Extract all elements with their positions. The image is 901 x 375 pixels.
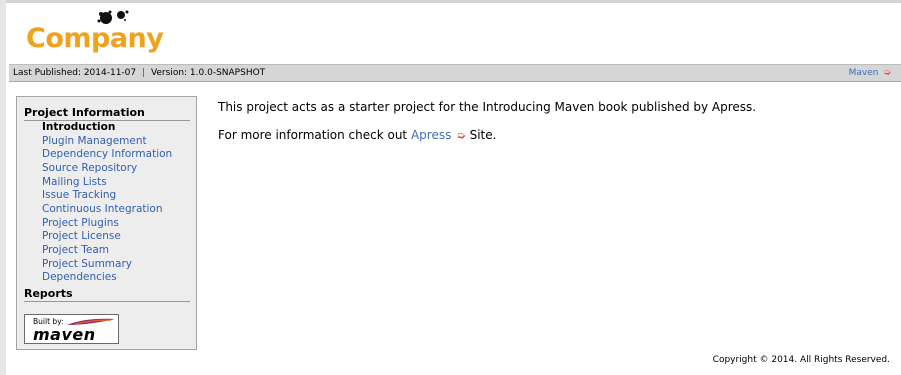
apress-link[interactable]: Apress	[411, 128, 451, 142]
sidebar-link[interactable]: Issue Tracking	[42, 189, 116, 201]
sidebar-link[interactable]: Project Team	[42, 244, 109, 256]
last-published: Last Published: 2014-11-07	[13, 68, 137, 78]
sidebar-link[interactable]: Mailing Lists	[42, 176, 107, 188]
sidebar-item-mailing-lists[interactable]: Mailing Lists	[42, 176, 196, 190]
logo-text: Company	[26, 23, 164, 54]
sidebar-item-source-repository[interactable]: Source Repository	[42, 162, 196, 176]
info-bar: Last Published: 2014-11-07 | Version: 1.…	[9, 64, 901, 82]
nav-heading-reports[interactable]: Reports	[24, 287, 190, 302]
top-border	[0, 0, 901, 3]
sidebar-link[interactable]: Project Plugins	[42, 217, 119, 229]
sidebar-item-plugin-management[interactable]: Plugin Management	[42, 135, 196, 149]
sidebar-item-issue-tracking[interactable]: Issue Tracking	[42, 189, 196, 203]
sidebar-link[interactable]: Project License	[42, 230, 121, 242]
external-link-icon: ➭	[883, 68, 891, 78]
copyright-notice: Copyright © 2014. All Rights Reserved.	[712, 355, 890, 365]
sidebar-link[interactable]: Dependencies	[42, 271, 117, 283]
more-info-line: For more information check out Apress ➭ Si…	[218, 128, 888, 143]
sidebar-link[interactable]: Dependency Information	[42, 148, 172, 160]
nav-heading-project-information: Project Information	[24, 106, 190, 121]
sidebar-item-dependency-information[interactable]: Dependency Information	[42, 148, 196, 162]
sidebar-item-project-license[interactable]: Project License	[42, 230, 196, 244]
company-logo[interactable]: Company	[26, 8, 166, 60]
sidebar-nav: Project Information Introduction Plugin …	[16, 96, 197, 350]
sidebar-item-project-team[interactable]: Project Team	[42, 244, 196, 258]
bar-separator: |	[142, 68, 146, 78]
external-link-icon: ➭	[456, 129, 466, 142]
sidebar-item-project-summary[interactable]: Project Summary	[42, 258, 196, 272]
sidebar-item-project-plugins[interactable]: Project Plugins	[42, 217, 196, 231]
nav-list: Introduction Plugin Management Dependenc…	[24, 121, 196, 285]
main-content: This project acts as a starter project f…	[218, 100, 888, 156]
version: Version: 1.0.0-SNAPSHOT	[150, 68, 266, 78]
more-info-suffix: Site.	[469, 128, 497, 142]
sidebar-item-continuous-integration[interactable]: Continuous Integration	[42, 203, 196, 217]
maven-link[interactable]: Maven ➭	[849, 68, 891, 78]
project-description: This project acts as a starter project f…	[218, 100, 757, 114]
left-border	[0, 0, 6, 375]
sidebar-item-introduction: Introduction	[42, 121, 116, 133]
maven-link-label: Maven	[848, 68, 879, 78]
sidebar-link[interactable]: Plugin Management	[42, 135, 147, 147]
sidebar-item-dependencies[interactable]: Dependencies	[42, 271, 196, 285]
sidebar-link[interactable]: Project Summary	[42, 258, 132, 270]
more-info-prefix: For more information check out	[218, 128, 408, 142]
sidebar-link[interactable]: Continuous Integration	[42, 203, 163, 215]
publish-info: Last Published: 2014-11-07 | Version: 1.…	[13, 68, 265, 78]
sidebar-link[interactable]: Source Repository	[42, 162, 137, 174]
maven-wordmark: maven	[33, 325, 96, 344]
built-by-maven-badge[interactable]: Built by: maven	[24, 314, 119, 344]
